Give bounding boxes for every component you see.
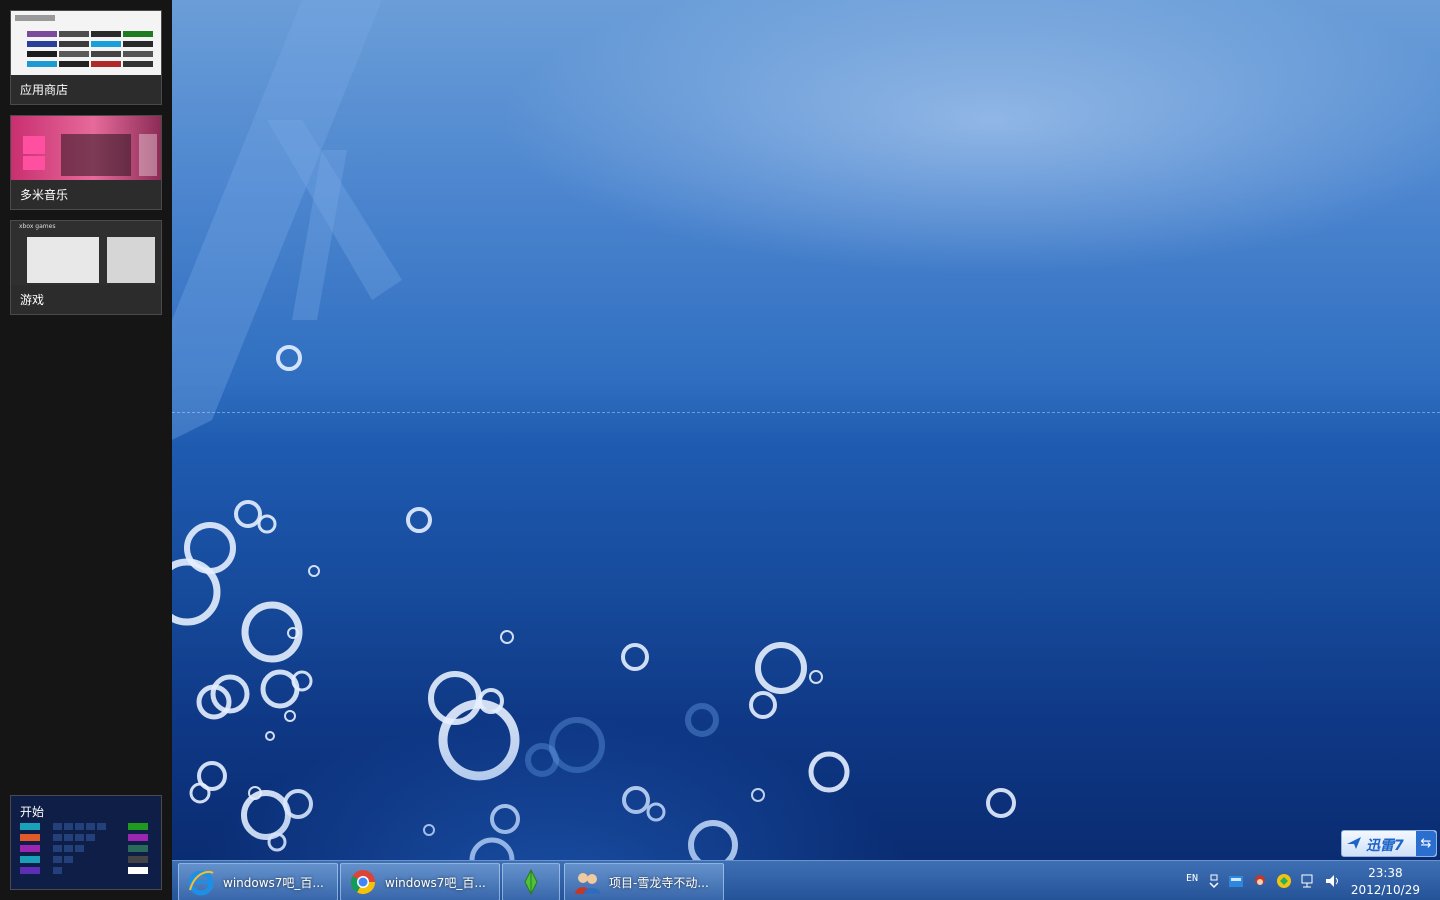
chrome-icon (350, 870, 375, 895)
games-preview: xbox games (11, 221, 161, 285)
app-thumb-label: 多米音乐 (20, 188, 69, 202)
sims-plumbob-icon (524, 868, 538, 896)
tray-security-icon[interactable] (1276, 873, 1292, 889)
app-thumb-label: 游戏 (20, 293, 45, 307)
tray-qq-icon[interactable] (1252, 873, 1268, 889)
clock-date: 2012/10/29 (1350, 883, 1420, 897)
system-tray: EN 23:38 2012/10/29 (1170, 861, 1440, 900)
volume-icon[interactable] (1324, 873, 1340, 889)
app-thumb-games[interactable]: xbox games 游戏 (10, 220, 162, 315)
contacts-icon (575, 873, 600, 894)
xunlei-float-widget[interactable]: 迅雷7 ⇆ (1341, 830, 1437, 857)
clock-time: 23:38 (1368, 866, 1403, 880)
app-thumb-music[interactable]: 多米音乐 (10, 115, 162, 210)
language-indicator[interactable]: EN (1186, 873, 1198, 884)
taskbar: windows7吧_百... windows7吧_百... 项目-雪龙寺不动..… (172, 860, 1440, 900)
music-preview (11, 116, 161, 180)
xunlei-label: 迅雷7 (1366, 838, 1404, 854)
taskbar-button-chrome[interactable]: windows7吧_百... (340, 863, 500, 900)
games-preview-title: xbox games (19, 223, 56, 230)
app-switcher: 应用商店 多米音乐 xbox games 游戏 开始 (0, 0, 172, 900)
taskbar-button-label: 项目-雪龙寺不动... (609, 876, 709, 890)
app-thumb-store[interactable]: 应用商店 (10, 10, 162, 105)
taskbar-button-sims[interactable] (502, 863, 560, 900)
network-icon[interactable] (1300, 873, 1316, 889)
app-thumb-label: 应用商店 (20, 83, 69, 97)
desktop-wallpaper (172, 0, 1440, 860)
ie-icon (188, 870, 214, 896)
xunlei-bird-icon (1347, 837, 1361, 849)
taskbar-clock[interactable]: 23:38 2012/10/29 (1351, 865, 1420, 899)
xunlei-switch-icon[interactable]: ⇆ (1416, 831, 1436, 856)
taskbar-button-label: windows7吧_百... (385, 876, 486, 890)
show-hidden-icons-arrow[interactable] (1206, 873, 1222, 889)
tray-xunlei-icon[interactable] (1228, 873, 1244, 889)
taskbar-button-ie[interactable]: windows7吧_百... (178, 863, 338, 900)
taskbar-button-label: windows7吧_百... (223, 876, 324, 890)
start-label: 开始 (20, 805, 45, 819)
wallpaper-glow (172, 600, 1440, 860)
taskbar-button-contacts[interactable]: 项目-雪龙寺不动... (564, 863, 724, 900)
tray-arrow-icon (1209, 874, 1219, 889)
store-preview (11, 11, 161, 75)
start-screen-thumb[interactable]: 开始 (10, 795, 162, 890)
horizon-line (172, 412, 1440, 413)
